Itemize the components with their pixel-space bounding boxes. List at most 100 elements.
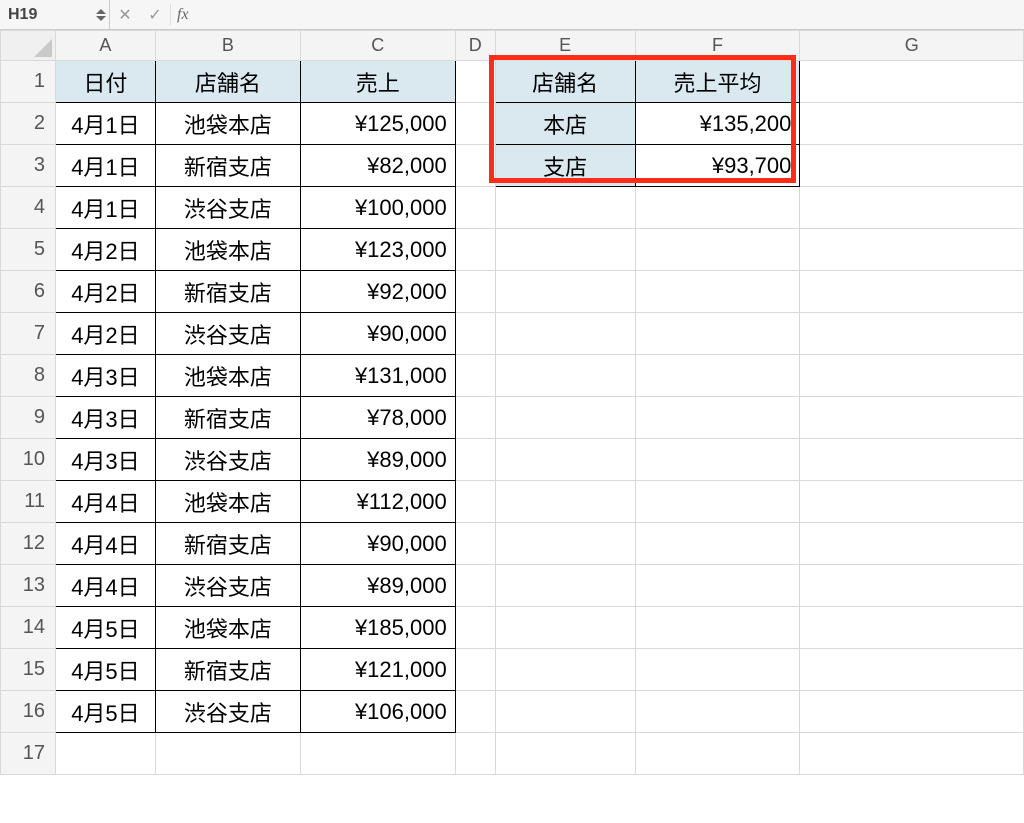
formula-input[interactable] <box>189 0 1024 29</box>
col-header-G[interactable]: G <box>800 31 1024 61</box>
cell-D10[interactable] <box>455 439 495 481</box>
cell-G3[interactable] <box>800 145 1024 187</box>
cell-F5[interactable] <box>635 229 800 271</box>
cell-F3[interactable]: ¥93,700 <box>635 145 800 187</box>
cell-A3[interactable]: 4月1日 <box>55 145 155 187</box>
row-header-2[interactable]: 2 <box>1 103 56 145</box>
cell-A5[interactable]: 4月2日 <box>55 229 155 271</box>
cell-D8[interactable] <box>455 355 495 397</box>
cell-G9[interactable] <box>800 397 1024 439</box>
row-header-3[interactable]: 3 <box>1 145 56 187</box>
row-header-9[interactable]: 9 <box>1 397 56 439</box>
cell-C11[interactable]: ¥112,000 <box>300 481 455 523</box>
cell-F4[interactable] <box>635 187 800 229</box>
cell-D12[interactable] <box>455 523 495 565</box>
cell-E7[interactable] <box>495 313 635 355</box>
cell-F7[interactable] <box>635 313 800 355</box>
cell-G6[interactable] <box>800 271 1024 313</box>
row-header-13[interactable]: 13 <box>1 565 56 607</box>
grid-table[interactable]: ABCDEFG1日付店舗名売上店舗名売上平均24月1日池袋本店¥125,000本… <box>0 30 1024 775</box>
row-header-5[interactable]: 5 <box>1 229 56 271</box>
cell-D11[interactable] <box>455 481 495 523</box>
cell-E5[interactable] <box>495 229 635 271</box>
row-header-12[interactable]: 12 <box>1 523 56 565</box>
cell-C15[interactable]: ¥121,000 <box>300 649 455 691</box>
cell-B14[interactable]: 池袋本店 <box>155 607 300 649</box>
cell-B1[interactable]: 店舗名 <box>155 61 300 103</box>
row-header-6[interactable]: 6 <box>1 271 56 313</box>
cell-E17[interactable] <box>495 733 635 775</box>
row-header-8[interactable]: 8 <box>1 355 56 397</box>
cell-A10[interactable]: 4月3日 <box>55 439 155 481</box>
cell-B16[interactable]: 渋谷支店 <box>155 691 300 733</box>
cell-C10[interactable]: ¥89,000 <box>300 439 455 481</box>
cell-B17[interactable] <box>155 733 300 775</box>
cell-A12[interactable]: 4月4日 <box>55 523 155 565</box>
cell-E4[interactable] <box>495 187 635 229</box>
cell-B3[interactable]: 新宿支店 <box>155 145 300 187</box>
row-header-11[interactable]: 11 <box>1 481 56 523</box>
cell-F11[interactable] <box>635 481 800 523</box>
cell-B4[interactable]: 渋谷支店 <box>155 187 300 229</box>
cell-F15[interactable] <box>635 649 800 691</box>
row-header-7[interactable]: 7 <box>1 313 56 355</box>
cell-E2[interactable]: 本店 <box>495 103 635 145</box>
cell-B8[interactable]: 池袋本店 <box>155 355 300 397</box>
col-header-F[interactable]: F <box>635 31 800 61</box>
cell-A8[interactable]: 4月3日 <box>55 355 155 397</box>
cell-F8[interactable] <box>635 355 800 397</box>
cell-A13[interactable]: 4月4日 <box>55 565 155 607</box>
cell-G16[interactable] <box>800 691 1024 733</box>
row-header-15[interactable]: 15 <box>1 649 56 691</box>
cell-A4[interactable]: 4月1日 <box>55 187 155 229</box>
cell-D15[interactable] <box>455 649 495 691</box>
cell-D1[interactable] <box>455 61 495 103</box>
cell-B7[interactable]: 渋谷支店 <box>155 313 300 355</box>
cell-B2[interactable]: 池袋本店 <box>155 103 300 145</box>
cell-F16[interactable] <box>635 691 800 733</box>
cell-G4[interactable] <box>800 187 1024 229</box>
row-header-17[interactable]: 17 <box>1 733 56 775</box>
cell-A9[interactable]: 4月3日 <box>55 397 155 439</box>
cell-F1[interactable]: 売上平均 <box>635 61 800 103</box>
row-header-16[interactable]: 16 <box>1 691 56 733</box>
cell-D14[interactable] <box>455 607 495 649</box>
cell-G15[interactable] <box>800 649 1024 691</box>
cell-B13[interactable]: 渋谷支店 <box>155 565 300 607</box>
cell-B11[interactable]: 池袋本店 <box>155 481 300 523</box>
row-header-10[interactable]: 10 <box>1 439 56 481</box>
cell-C14[interactable]: ¥185,000 <box>300 607 455 649</box>
cell-A15[interactable]: 4月5日 <box>55 649 155 691</box>
col-header-C[interactable]: C <box>300 31 455 61</box>
cell-A7[interactable]: 4月2日 <box>55 313 155 355</box>
cell-G14[interactable] <box>800 607 1024 649</box>
col-header-D[interactable]: D <box>455 31 495 61</box>
cell-B5[interactable]: 池袋本店 <box>155 229 300 271</box>
cell-E11[interactable] <box>495 481 635 523</box>
cell-C9[interactable]: ¥78,000 <box>300 397 455 439</box>
cell-G13[interactable] <box>800 565 1024 607</box>
cell-D17[interactable] <box>455 733 495 775</box>
cell-E9[interactable] <box>495 397 635 439</box>
cell-G5[interactable] <box>800 229 1024 271</box>
cell-A11[interactable]: 4月4日 <box>55 481 155 523</box>
cell-C5[interactable]: ¥123,000 <box>300 229 455 271</box>
cell-A1[interactable]: 日付 <box>55 61 155 103</box>
cell-A6[interactable]: 4月2日 <box>55 271 155 313</box>
cell-A14[interactable]: 4月5日 <box>55 607 155 649</box>
cell-G11[interactable] <box>800 481 1024 523</box>
cell-F17[interactable] <box>635 733 800 775</box>
name-box-wrap[interactable]: H19 <box>0 0 110 29</box>
cell-F14[interactable] <box>635 607 800 649</box>
cell-G2[interactable] <box>800 103 1024 145</box>
cell-C2[interactable]: ¥125,000 <box>300 103 455 145</box>
cell-G8[interactable] <box>800 355 1024 397</box>
cell-C7[interactable]: ¥90,000 <box>300 313 455 355</box>
cell-F9[interactable] <box>635 397 800 439</box>
cell-F10[interactable] <box>635 439 800 481</box>
cell-C4[interactable]: ¥100,000 <box>300 187 455 229</box>
cell-E8[interactable] <box>495 355 635 397</box>
cancel-button[interactable]: ✕ <box>110 0 140 29</box>
cell-D3[interactable] <box>455 145 495 187</box>
col-header-A[interactable]: A <box>55 31 155 61</box>
